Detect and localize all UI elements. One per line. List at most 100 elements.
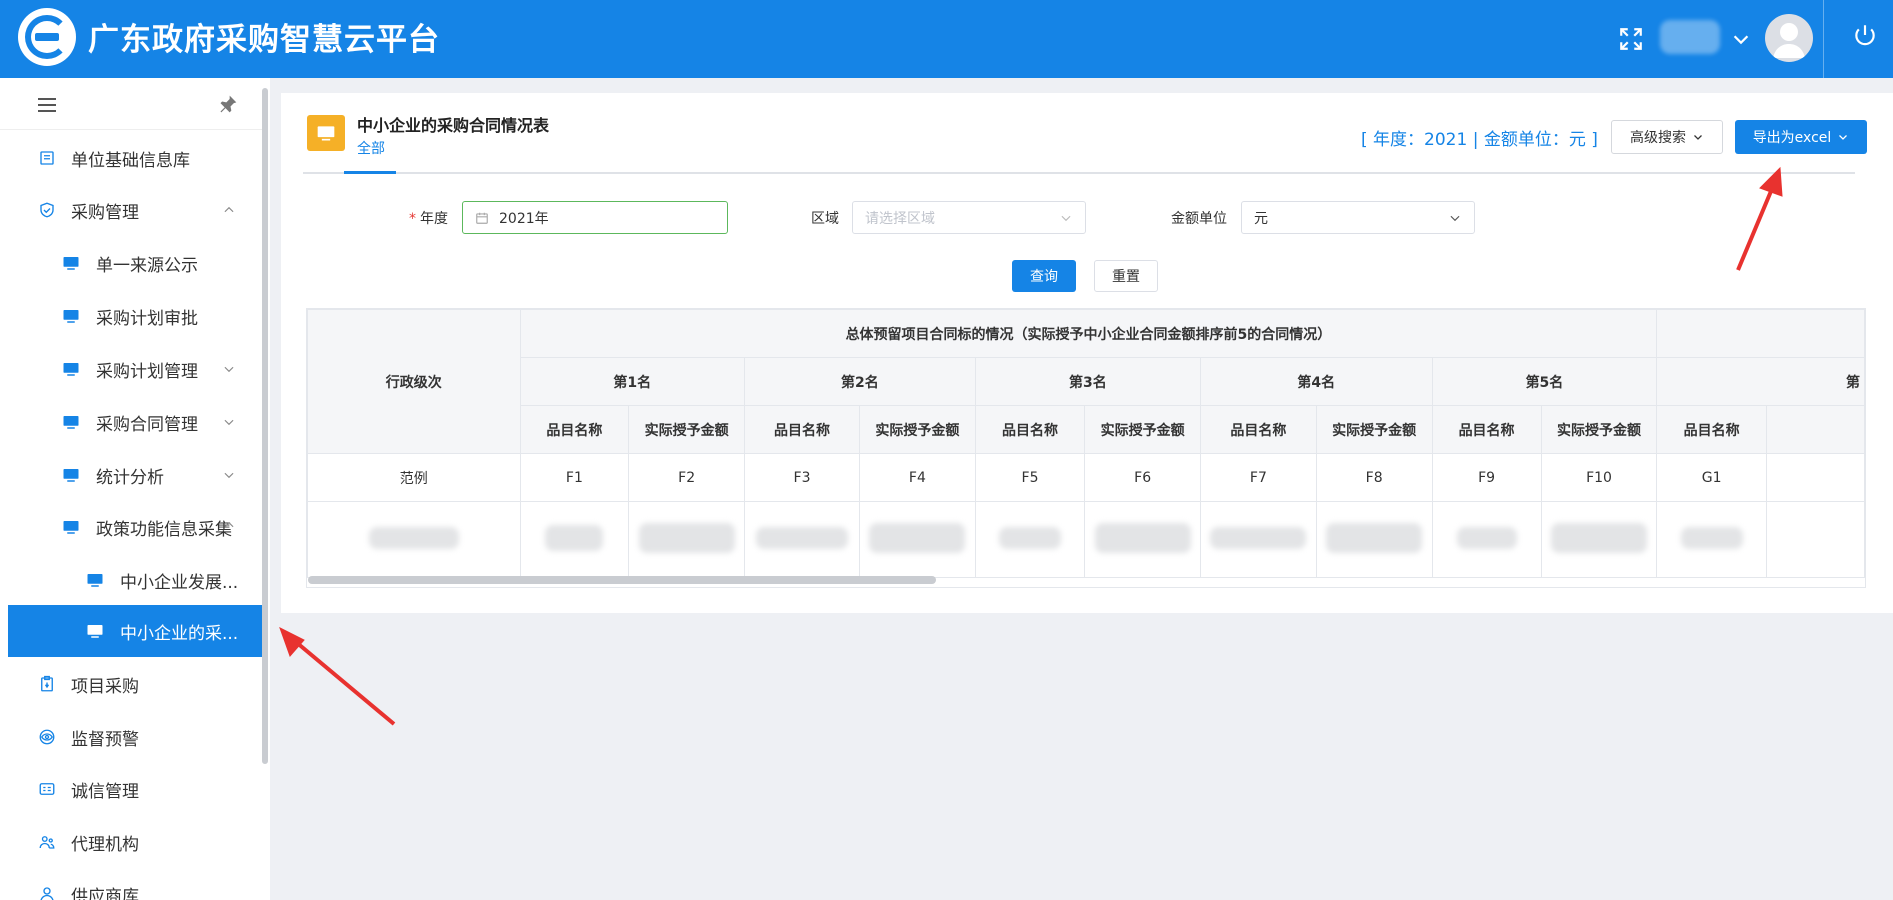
chevron-down-icon — [224, 472, 234, 479]
sidebar-item-project-procurement[interactable]: 项目采购 — [0, 658, 262, 710]
data-table: 行政级次 总体预留项目合同标的情况（实际授予中小企业合同金额排序前5的合同情况）… — [306, 308, 1866, 588]
sub-header-amount: 实际授予金额 — [1540, 405, 1658, 454]
sub-header-item: 品目名称 — [744, 405, 861, 454]
person-icon — [40, 887, 54, 900]
redacted-text — [1094, 522, 1191, 553]
redacted-text — [1456, 526, 1517, 549]
shield-icon — [40, 202, 54, 218]
sidebar-item-contract-mgmt[interactable]: 采购合同管理 — [0, 396, 262, 448]
sidebar-item-credit-mgmt[interactable]: 诚信管理 — [0, 763, 262, 815]
chevron-down-icon — [224, 419, 234, 426]
header-divider — [1823, 0, 1824, 78]
monitor-icon — [63, 257, 79, 270]
rank-header: 第2名 — [744, 357, 976, 406]
region-label: 区域 — [811, 211, 839, 227]
year-unit-info: [ 年度：2021 | 金额单位：元 ] — [1361, 130, 1598, 150]
clipboard-icon — [41, 675, 53, 692]
sidebar-toolbar — [0, 78, 262, 130]
user-name-blurred[interactable] — [1660, 20, 1720, 54]
col-header-level: 行政级次 — [307, 309, 521, 454]
chevron-down-icon[interactable] — [1730, 28, 1752, 50]
sub-header-amount — [1765, 405, 1865, 454]
page-title: 中小企业的采购合同情况表 — [357, 116, 550, 135]
report-icon — [307, 115, 345, 151]
query-button[interactable]: 查询 — [1012, 260, 1076, 292]
sidebar-item-agency[interactable]: 代理机构 — [0, 816, 262, 868]
power-icon[interactable] — [1852, 22, 1878, 48]
group-header: 总体预留项目合同标的情况（实际授予中小企业合同金额排序前5的合同情况） — [519, 309, 1658, 358]
monitor-icon — [87, 574, 103, 587]
building-icon — [40, 151, 54, 165]
sidebar-item-statistics[interactable]: 统计分析 — [0, 449, 262, 501]
arrow-head — [279, 626, 305, 657]
reset-button[interactable]: 重置 — [1094, 260, 1158, 292]
unit-label: 金额单位 — [1171, 211, 1227, 227]
sidebar: 单位基础信息库 采购管理 单一来源公示 采购计划审批 采购计划管理 采购合同管理… — [0, 78, 270, 900]
fullscreen-icon[interactable] — [1618, 26, 1644, 52]
main-card: 中小企业的采购合同情况表 全部 [ 年度：2021 | 金额单位：元 ] 高级搜… — [281, 93, 1893, 613]
table-row-redacted — [307, 501, 1865, 578]
advanced-search-button[interactable]: 高级搜索 — [1611, 120, 1723, 154]
eye-icon — [39, 729, 55, 745]
monitor-icon — [63, 521, 79, 534]
chevron-down-icon — [1694, 135, 1702, 140]
sub-header-amount: 实际授予金额 — [859, 405, 976, 454]
sidebar-item-supervision[interactable]: 监督预警 — [0, 711, 262, 763]
monitor-icon — [63, 416, 79, 429]
tab-underline — [303, 172, 1855, 174]
logo — [18, 8, 76, 66]
monitor-icon — [63, 363, 79, 376]
monitor-icon — [87, 625, 103, 638]
rank-header: 第3名 — [974, 357, 1202, 406]
redacted-text — [545, 524, 604, 551]
sub-header-item: 品目名称 — [1431, 405, 1542, 454]
region-select[interactable]: 请选择区域 — [852, 201, 1086, 234]
redacted-text — [638, 522, 735, 553]
arrow-to-sidebar — [294, 640, 396, 726]
chevron-up-icon — [224, 521, 234, 528]
sidebar-item-single-source[interactable]: 单一来源公示 — [0, 237, 262, 289]
sub-header-item: 品目名称 — [519, 405, 630, 454]
redacted-text — [1326, 522, 1423, 553]
chevron-up-icon — [224, 206, 234, 213]
rank-header: 第4名 — [1200, 357, 1433, 406]
unit-select[interactable]: 元 — [1241, 201, 1475, 234]
redacted-text — [368, 526, 459, 549]
pin-icon[interactable] — [218, 94, 238, 114]
year-picker[interactable]: 2021年 — [462, 201, 728, 234]
tab-active-indicator — [344, 171, 396, 174]
sidebar-item-policy-collection[interactable]: 政策功能信息采集 — [0, 501, 262, 553]
rank-header: 第5名 — [1431, 357, 1658, 406]
chevron-down-icon — [1839, 135, 1848, 140]
rank-header: 第 — [1656, 357, 1865, 406]
avatar[interactable] — [1765, 14, 1813, 62]
sub-header-item: 品目名称 — [974, 405, 1086, 454]
monitor-icon — [63, 469, 79, 482]
redacted-text — [869, 522, 966, 553]
card-icon — [39, 783, 55, 795]
sidebar-item-supplier-library[interactable]: 供应商库 — [0, 868, 262, 900]
sidebar-item-plan-approval[interactable]: 采购计划审批 — [0, 290, 262, 342]
sub-header-amount: 实际授予金额 — [628, 405, 746, 454]
sub-header-item: 品目名称 — [1200, 405, 1317, 454]
export-excel-button[interactable]: 导出为excel — [1735, 120, 1867, 154]
redacted-text — [1551, 522, 1647, 553]
calendar-icon — [476, 212, 488, 224]
sidebar-scrollbar[interactable] — [262, 88, 268, 764]
sidebar-item-unit-info[interactable]: 单位基础信息库 — [0, 132, 262, 184]
chevron-down-icon — [1450, 215, 1460, 222]
sub-header-item: 品目名称 — [1656, 405, 1767, 454]
sub-header-amount: 实际授予金额 — [1084, 405, 1202, 454]
sidebar-item-sme-contracts[interactable]: 中小企业的采... — [8, 605, 262, 657]
tab-all[interactable]: 全部 — [357, 138, 385, 158]
sidebar-item-procurement-mgmt[interactable]: 采购管理 — [0, 184, 262, 236]
sidebar-item-sme-development[interactable]: 中小企业发展... — [0, 554, 262, 606]
sidebar-item-plan-mgmt[interactable]: 采购计划管理 — [0, 343, 262, 395]
people-icon — [39, 836, 55, 849]
top-header: 广东政府采购智慧云平台 — [0, 0, 1893, 78]
table-horizontal-scrollbar[interactable] — [308, 576, 936, 584]
menu-icon[interactable] — [38, 98, 56, 112]
group-header-next — [1656, 309, 1865, 358]
redacted-text — [999, 526, 1062, 549]
chevron-down-icon — [1061, 215, 1071, 222]
